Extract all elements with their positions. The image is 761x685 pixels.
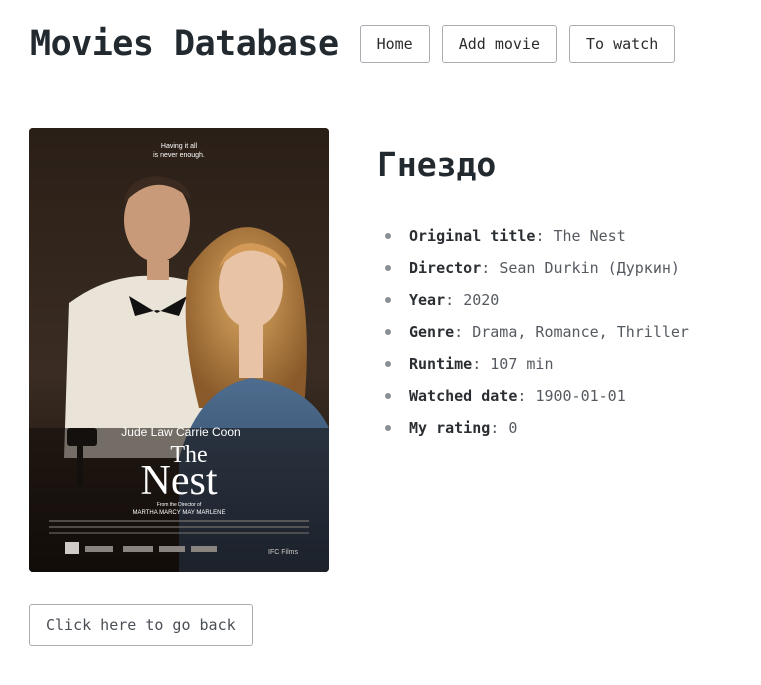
- info-label: Year: [409, 291, 446, 309]
- to-watch-button[interactable]: To watch: [568, 25, 676, 63]
- movie-title: Гнездо: [377, 145, 497, 184]
- info-director: Director: Sean Durkin (Дуркин): [377, 252, 689, 284]
- info-my-rating: My rating: 0: [377, 412, 689, 444]
- info-value: The Nest: [553, 227, 626, 245]
- info-runtime: Runtime: 107 min: [377, 348, 689, 380]
- poster-tagline-2: is never enough.: [153, 152, 205, 159]
- info-value: Drama, Romance, Thriller: [472, 323, 689, 341]
- bullet-icon: [385, 425, 391, 431]
- add-movie-button[interactable]: Add movie: [441, 25, 557, 63]
- poster-title-2: Nest: [141, 458, 218, 504]
- info-label: Original title: [409, 227, 536, 245]
- bullet-icon: [385, 361, 391, 367]
- movie-poster: Having it all is never enough. Jude Law …: [29, 128, 329, 572]
- site-title: Movies Database: [30, 24, 339, 64]
- info-value: 1900-01-01: [535, 387, 626, 405]
- poster-actors: Jude Law Carrie Coon: [121, 425, 240, 439]
- info-watched-date: Watched date: 1900-01-01: [377, 380, 689, 412]
- movie-details: Гнездо Original title: The Nest Director…: [377, 140, 689, 444]
- movie-info-list: Original title: The Nest Director: Sean …: [377, 220, 689, 444]
- info-year: Year: 2020: [377, 284, 689, 316]
- go-back-button[interactable]: Click here to go back: [29, 604, 253, 646]
- rating-logo: [65, 542, 79, 554]
- info-label: Genre: [409, 323, 455, 341]
- info-label: Runtime: [409, 355, 473, 373]
- studio-logo: IFC Films: [268, 549, 298, 556]
- poster-credit-2: MARTHA MARCY MAY MARLENE: [133, 510, 226, 516]
- home-button[interactable]: Home: [359, 25, 430, 63]
- bullet-icon: [385, 265, 391, 271]
- poster-tagline-1: Having it all: [161, 143, 198, 150]
- info-original-title: Original title: The Nest: [377, 220, 689, 252]
- bullet-icon: [385, 393, 391, 399]
- header: Movies Database Home Add movie To watch: [30, 24, 687, 64]
- info-label: My rating: [409, 419, 491, 437]
- bullet-icon: [385, 329, 391, 335]
- info-value: 0: [508, 419, 518, 437]
- info-value: Sean Durkin (Дуркин): [499, 259, 680, 277]
- bullet-icon: [385, 233, 391, 239]
- bullet-icon: [385, 297, 391, 303]
- info-value: 2020: [463, 291, 500, 309]
- info-value: 107 min: [490, 355, 554, 373]
- info-genre: Genre: Drama, Romance, Thriller: [377, 316, 689, 348]
- nav-bar: Home Add movie To watch: [359, 25, 688, 63]
- poster-credit-1: From the Director of: [157, 502, 202, 508]
- info-label: Watched date: [409, 387, 518, 405]
- info-label: Director: [409, 259, 482, 277]
